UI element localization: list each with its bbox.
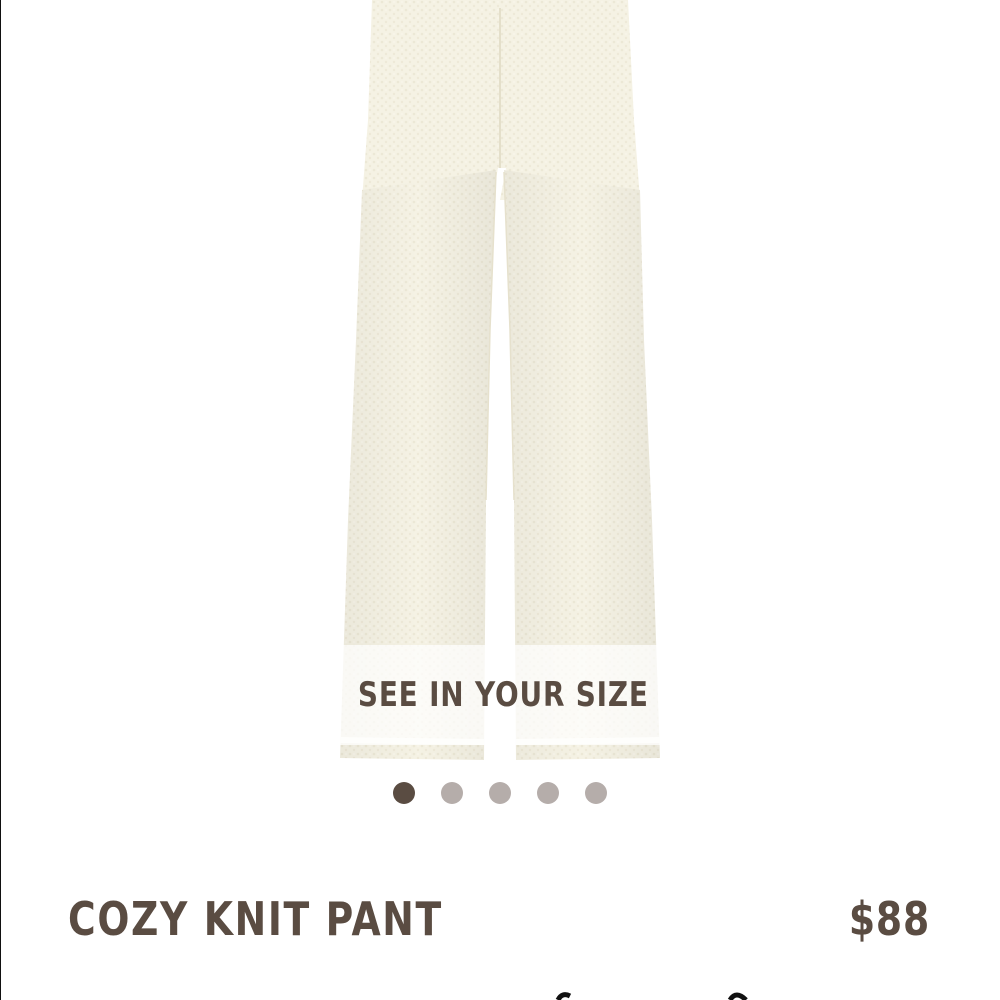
partial-icon-right xyxy=(727,992,748,1000)
partial-icon-left xyxy=(555,992,572,1000)
carousel-dot-3[interactable] xyxy=(489,782,511,804)
product-price: $88 xyxy=(848,892,930,946)
see-in-your-size-button[interactable]: SEE IN YOUR SIZE xyxy=(336,645,670,745)
partial-icons xyxy=(555,992,748,1000)
left-border xyxy=(0,0,1,1000)
image-carousel-dots xyxy=(393,782,607,804)
carousel-dot-2[interactable] xyxy=(441,782,463,804)
see-in-your-size-label: SEE IN YOUR SIZE xyxy=(357,675,649,715)
product-title: COZY KNIT PANT xyxy=(68,892,443,946)
product-page: SEE IN YOUR SIZE COZY KNIT PANT $88 xyxy=(0,0,1000,1000)
carousel-dot-5[interactable] xyxy=(585,782,607,804)
carousel-dot-1[interactable] xyxy=(393,782,415,804)
carousel-dot-4[interactable] xyxy=(537,782,559,804)
